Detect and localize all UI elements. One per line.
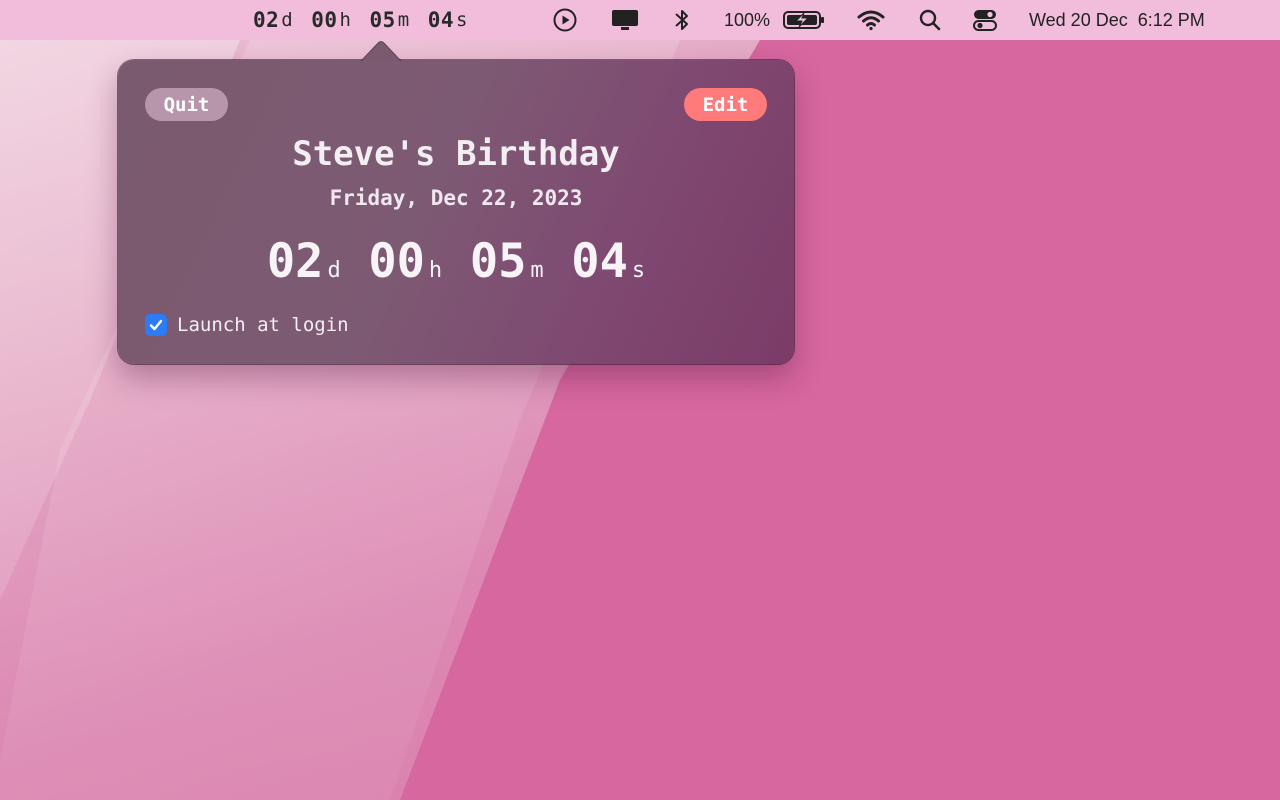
launch-at-login-row: Launch at login [145,314,349,336]
menubar-days-value: 02 [253,8,280,32]
event-date: Friday, Dec 22, 2023 [329,186,583,210]
countdown-hours-unit: h [428,258,443,283]
countdown-minutes-value: 05 [469,234,527,289]
menubar-days-unit: d [281,9,294,31]
event-title: Steve's Birthday [292,134,620,174]
edit-button[interactable]: Edit [684,88,767,121]
play-circle-icon[interactable] [552,0,578,40]
countdown-seconds-value: 04 [571,234,628,289]
menubar-minutes-unit: m [397,9,410,31]
menu-bar: 02 d 00 h 05 m 04 s 100% Wed 20 Dec 6:12 PM [0,0,1280,40]
control-center-icon[interactable] [972,0,998,40]
launch-at-login-label[interactable]: Launch at login [177,314,349,336]
countdown-days-value: 02 [266,234,324,289]
countdown-hours-value: 00 [368,234,425,289]
battery-percent[interactable]: 100% [724,0,770,40]
countdown-days-unit: d [327,258,341,283]
display-icon[interactable] [610,0,640,40]
popover-arrow [361,41,401,61]
quit-button[interactable]: Quit [145,88,228,121]
menubar-countdown[interactable]: 02 d 00 h 05 m 04 s [253,0,468,40]
menubar-minutes-value: 05 [369,8,396,32]
wifi-icon[interactable] [856,0,886,40]
countdown-popover: Quit Edit Steve's Birthday Friday, Dec 2… [118,41,794,364]
menubar-hours-value: 00 [311,8,338,32]
menubar-hours-unit: h [339,9,352,31]
battery-charging-icon[interactable] [782,0,826,40]
countdown-seconds-unit: s [631,258,646,283]
search-icon[interactable] [918,0,942,40]
menubar-seconds-value: 04 [427,8,455,32]
checkmark-icon [149,319,163,331]
popover-countdown: 02 d 00 h 05 m 04 s [118,234,794,289]
launch-at-login-checkbox[interactable] [145,314,167,336]
menubar-clock[interactable]: Wed 20 Dec 6:12 PM [1029,0,1205,40]
menubar-seconds-unit: s [456,9,468,31]
bluetooth-icon[interactable] [672,0,692,40]
countdown-minutes-unit: m [530,258,544,283]
